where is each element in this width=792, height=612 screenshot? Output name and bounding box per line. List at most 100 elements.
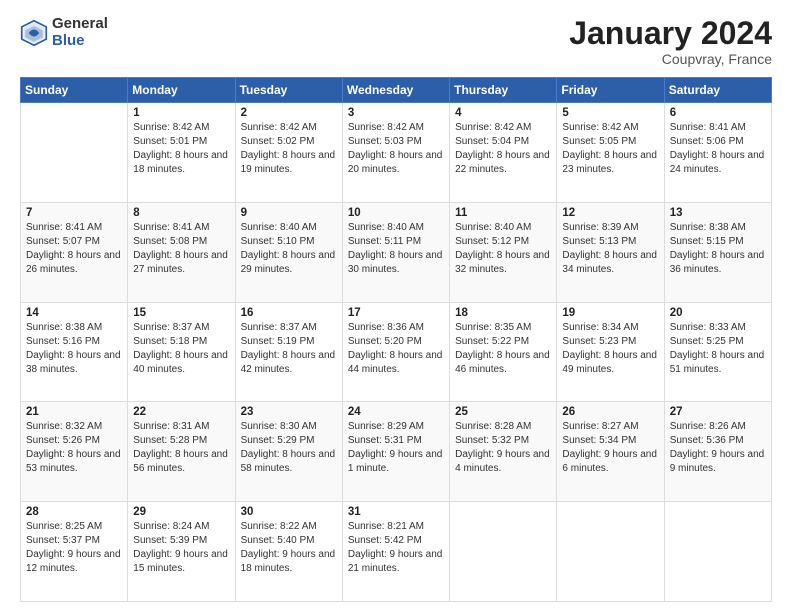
calendar-cell: 13 Sunrise: 8:38 AMSunset: 5:15 PMDayligh… (664, 202, 771, 302)
day-number: 22 (133, 406, 229, 418)
day-info: Sunrise: 8:25 AMSunset: 5:37 PMDaylight:… (26, 520, 122, 576)
day-number: 14 (26, 307, 122, 319)
col-monday: Monday (128, 78, 235, 103)
day-number: 5 (562, 107, 658, 119)
day-number: 20 (670, 307, 766, 319)
title-location: Coupvray, France (569, 51, 772, 67)
day-info: Sunrise: 8:30 AMSunset: 5:29 PMDaylight:… (241, 420, 337, 476)
calendar-cell: 6 Sunrise: 8:41 AMSunset: 5:06 PMDaylight… (664, 103, 771, 203)
day-info: Sunrise: 8:37 AMSunset: 5:19 PMDaylight:… (241, 321, 337, 377)
calendar-week-4: 21 Sunrise: 8:32 AMSunset: 5:26 PMDayligh… (21, 402, 772, 502)
day-info: Sunrise: 8:42 AMSunset: 5:05 PMDaylight:… (562, 121, 658, 177)
day-info: Sunrise: 8:29 AMSunset: 5:31 PMDaylight:… (348, 420, 444, 476)
calendar-cell: 27 Sunrise: 8:26 AMSunset: 5:36 PMDayligh… (664, 402, 771, 502)
day-number: 2 (241, 107, 337, 119)
header-row: Sunday Monday Tuesday Wednesday Thursday… (21, 78, 772, 103)
calendar-body: 1Sunrise: 8:42 AMSunset: 5:01 PMDaylight… (21, 103, 772, 602)
day-number: 23 (241, 406, 337, 418)
calendar-cell: 23 Sunrise: 8:30 AMSunset: 5:29 PMDayligh… (235, 402, 342, 502)
day-info: Sunrise: 8:40 AMSunset: 5:10 PMDaylight:… (241, 221, 337, 277)
title-block: January 2024 Coupvray, France (569, 16, 772, 67)
day-number: 11 (455, 207, 551, 219)
calendar-cell: 1Sunrise: 8:42 AMSunset: 5:01 PMDaylight… (128, 103, 235, 203)
calendar-week-5: 28 Sunrise: 8:25 AMSunset: 5:37 PMDayligh… (21, 502, 772, 602)
calendar-cell: 18Sunrise: 8:35 AMSunset: 5:22 PMDayligh… (450, 302, 557, 402)
calendar-table: Sunday Monday Tuesday Wednesday Thursday… (20, 77, 772, 602)
day-info: Sunrise: 8:40 AMSunset: 5:11 PMDaylight:… (348, 221, 444, 277)
day-number: 28 (26, 506, 122, 518)
day-info: Sunrise: 8:34 AMSunset: 5:23 PMDaylight:… (562, 321, 658, 377)
day-info: Sunrise: 8:31 AMSunset: 5:28 PMDaylight:… (133, 420, 229, 476)
calendar-cell: 5 Sunrise: 8:42 AMSunset: 5:05 PMDaylight… (557, 103, 664, 203)
col-friday: Friday (557, 78, 664, 103)
calendar-cell: 4Sunrise: 8:42 AMSunset: 5:04 PMDaylight… (450, 103, 557, 203)
calendar-cell: 2 Sunrise: 8:42 AMSunset: 5:02 PMDaylight… (235, 103, 342, 203)
day-info: Sunrise: 8:39 AMSunset: 5:13 PMDaylight:… (562, 221, 658, 277)
col-thursday: Thursday (450, 78, 557, 103)
day-info: Sunrise: 8:21 AMSunset: 5:42 PMDaylight:… (348, 520, 444, 576)
logo-icon (20, 19, 48, 47)
day-info: Sunrise: 8:42 AMSunset: 5:03 PMDaylight:… (348, 121, 444, 177)
day-number: 30 (241, 506, 337, 518)
day-number: 13 (670, 207, 766, 219)
calendar-week-3: 14 Sunrise: 8:38 AMSunset: 5:16 PMDayligh… (21, 302, 772, 402)
day-info: Sunrise: 8:32 AMSunset: 5:26 PMDaylight:… (26, 420, 122, 476)
day-number: 8 (133, 207, 229, 219)
calendar-week-2: 7 Sunrise: 8:41 AMSunset: 5:07 PMDaylight… (21, 202, 772, 302)
day-number: 10 (348, 207, 444, 219)
day-number: 27 (670, 406, 766, 418)
calendar-cell: 20 Sunrise: 8:33 AMSunset: 5:25 PMDayligh… (664, 302, 771, 402)
day-number: 16 (241, 307, 337, 319)
day-info: Sunrise: 8:38 AMSunset: 5:16 PMDaylight:… (26, 321, 122, 377)
calendar-cell: 8Sunrise: 8:41 AMSunset: 5:08 PMDaylight… (128, 202, 235, 302)
calendar-cell: 14 Sunrise: 8:38 AMSunset: 5:16 PMDayligh… (21, 302, 128, 402)
day-number: 31 (348, 506, 444, 518)
day-number: 17 (348, 307, 444, 319)
header: General Blue January 2024 Coupvray, Fran… (20, 16, 772, 67)
day-number: 7 (26, 207, 122, 219)
calendar-cell: 9Sunrise: 8:40 AMSunset: 5:10 PMDaylight… (235, 202, 342, 302)
calendar-cell: 16 Sunrise: 8:37 AMSunset: 5:19 PMDayligh… (235, 302, 342, 402)
col-sunday: Sunday (21, 78, 128, 103)
calendar-cell (557, 502, 664, 602)
day-info: Sunrise: 8:35 AMSunset: 5:22 PMDaylight:… (455, 321, 551, 377)
day-number: 29 (133, 506, 229, 518)
day-info: Sunrise: 8:26 AMSunset: 5:36 PMDaylight:… (670, 420, 766, 476)
title-month: January 2024 (569, 16, 772, 51)
day-number: 1 (133, 107, 229, 119)
day-info: Sunrise: 8:38 AMSunset: 5:15 PMDaylight:… (670, 221, 766, 277)
day-number: 6 (670, 107, 766, 119)
calendar-cell: 10 Sunrise: 8:40 AMSunset: 5:11 PMDayligh… (342, 202, 449, 302)
calendar-cell: 26Sunrise: 8:27 AMSunset: 5:34 PMDayligh… (557, 402, 664, 502)
calendar-cell: 11Sunrise: 8:40 AMSunset: 5:12 PMDayligh… (450, 202, 557, 302)
day-info: Sunrise: 8:22 AMSunset: 5:40 PMDaylight:… (241, 520, 337, 576)
calendar-cell: 7 Sunrise: 8:41 AMSunset: 5:07 PMDaylight… (21, 202, 128, 302)
day-info: Sunrise: 8:24 AMSunset: 5:39 PMDaylight:… (133, 520, 229, 576)
col-wednesday: Wednesday (342, 78, 449, 103)
day-info: Sunrise: 8:36 AMSunset: 5:20 PMDaylight:… (348, 321, 444, 377)
day-info: Sunrise: 8:33 AMSunset: 5:25 PMDaylight:… (670, 321, 766, 377)
col-tuesday: Tuesday (235, 78, 342, 103)
logo-text: General Blue (52, 16, 108, 49)
calendar-cell: 12 Sunrise: 8:39 AMSunset: 5:13 PMDayligh… (557, 202, 664, 302)
calendar-cell: 21 Sunrise: 8:32 AMSunset: 5:26 PMDayligh… (21, 402, 128, 502)
day-number: 12 (562, 207, 658, 219)
day-info: Sunrise: 8:41 AMSunset: 5:07 PMDaylight:… (26, 221, 122, 277)
calendar-week-1: 1Sunrise: 8:42 AMSunset: 5:01 PMDaylight… (21, 103, 772, 203)
calendar-cell: 29 Sunrise: 8:24 AMSunset: 5:39 PMDayligh… (128, 502, 235, 602)
day-number: 19 (562, 307, 658, 319)
logo: General Blue (20, 16, 108, 49)
calendar-cell: 28 Sunrise: 8:25 AMSunset: 5:37 PMDayligh… (21, 502, 128, 602)
page: General Blue January 2024 Coupvray, Fran… (0, 0, 792, 612)
calendar-cell: 24 Sunrise: 8:29 AMSunset: 5:31 PMDayligh… (342, 402, 449, 502)
day-info: Sunrise: 8:42 AMSunset: 5:02 PMDaylight:… (241, 121, 337, 177)
day-number: 3 (348, 107, 444, 119)
day-info: Sunrise: 8:28 AMSunset: 5:32 PMDaylight:… (455, 420, 551, 476)
calendar-cell: 17 Sunrise: 8:36 AMSunset: 5:20 PMDayligh… (342, 302, 449, 402)
calendar-cell (21, 103, 128, 203)
day-number: 24 (348, 406, 444, 418)
day-number: 15 (133, 307, 229, 319)
day-info: Sunrise: 8:41 AMSunset: 5:06 PMDaylight:… (670, 121, 766, 177)
day-number: 21 (26, 406, 122, 418)
calendar-cell: 30 Sunrise: 8:22 AMSunset: 5:40 PMDayligh… (235, 502, 342, 602)
